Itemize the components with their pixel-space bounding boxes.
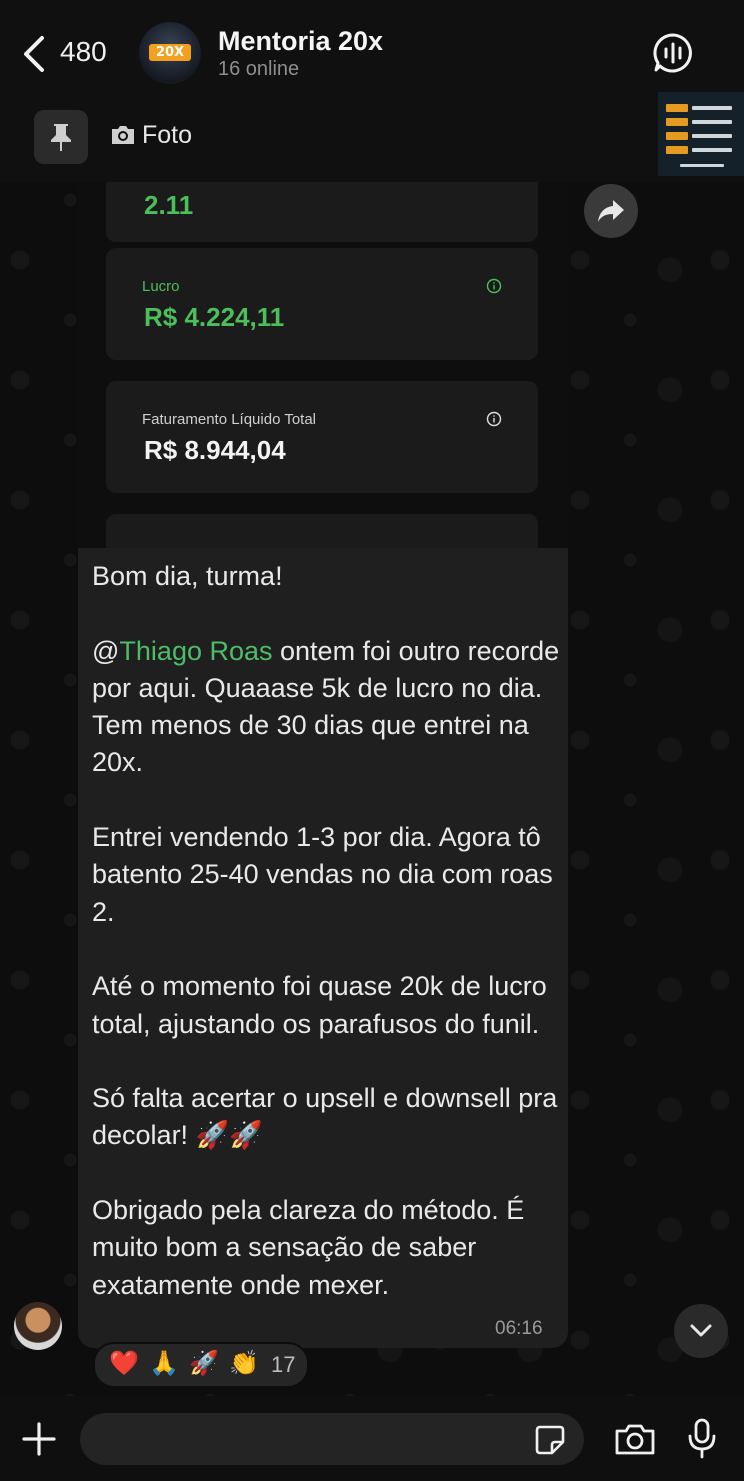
metric-card: Faturamento Líquido Total R$ 8.944,04	[106, 381, 538, 493]
image-message[interactable]: 2.11 Lucro R$ 4.224,11 Faturamento Líqui…	[78, 182, 568, 552]
metric-value: R$ 4.224,11	[144, 302, 285, 332]
unread-count[interactable]: 480	[60, 36, 107, 68]
message-paragraph: Obrigado pela clareza do método. É muito…	[92, 1195, 532, 1300]
metric-card: Lucro R$ 4.224,11	[106, 248, 538, 360]
pin-button[interactable]	[34, 110, 88, 164]
reaction-clap: 👏	[229, 1350, 259, 1377]
message-paragraph: Entrei vendendo 1-3 por dia. Agora tô ba…	[92, 822, 561, 927]
reaction-rocket: 🚀	[189, 1350, 219, 1377]
message-input[interactable]	[80, 1413, 584, 1465]
metric-card	[106, 514, 538, 552]
metric-label: Lucro	[142, 278, 180, 295]
forward-icon	[598, 200, 624, 222]
reaction-pray: 🙏	[149, 1350, 179, 1377]
mention-link[interactable]: Thiago Roas	[119, 636, 272, 666]
mention-prefix: @	[92, 635, 120, 666]
chevron-down-icon	[690, 1324, 712, 1337]
pinned-thumbnail[interactable]	[658, 92, 744, 176]
voice-chat-button[interactable]	[652, 32, 694, 74]
message-paragraph: Até o momento foi quase 20k de lucro tot…	[92, 971, 555, 1039]
voice-chat-icon	[653, 33, 692, 73]
metric-card: 2.11	[106, 182, 538, 242]
metric-value: R$ 8.944,04	[144, 435, 286, 465]
sender-avatar[interactable]	[14, 1302, 62, 1350]
group-logo: 20X	[149, 44, 191, 61]
reactions-bar[interactable]: ❤️ 🙏 🚀 👏 17	[93, 1342, 309, 1388]
sticker-icon[interactable]	[534, 1424, 566, 1456]
camera-button[interactable]	[614, 1422, 656, 1456]
chevron-left-icon	[24, 36, 44, 72]
metric-label: Faturamento Líquido Total	[142, 411, 317, 428]
reaction-count: 17	[271, 1352, 296, 1377]
online-status: 16 online	[218, 58, 300, 80]
camera-icon	[112, 126, 134, 144]
scroll-down-button[interactable]	[674, 1304, 728, 1358]
message-time: 06:16	[495, 1318, 543, 1339]
forward-button[interactable]	[584, 184, 638, 238]
message-text: Bom dia, turma! @Thiago Roas ontem foi o…	[92, 558, 560, 1304]
group-name[interactable]: Mentoria 20x	[218, 26, 383, 57]
message-greeting: Bom dia, turma!	[92, 561, 283, 591]
back-button[interactable]	[18, 34, 58, 74]
info-icon	[486, 411, 502, 427]
group-avatar[interactable]: 20X	[139, 22, 201, 84]
reaction-heart: ❤️	[109, 1350, 139, 1377]
pinned-label: Foto	[142, 121, 193, 149]
message-paragraph: Só falta acertar o upsell e downsell pra…	[92, 1083, 565, 1151]
plus-icon[interactable]	[20, 1420, 58, 1458]
metric-value: 2.11	[144, 190, 194, 220]
mic-icon[interactable]	[686, 1418, 718, 1460]
info-icon	[486, 278, 502, 294]
pin-icon	[51, 124, 71, 151]
